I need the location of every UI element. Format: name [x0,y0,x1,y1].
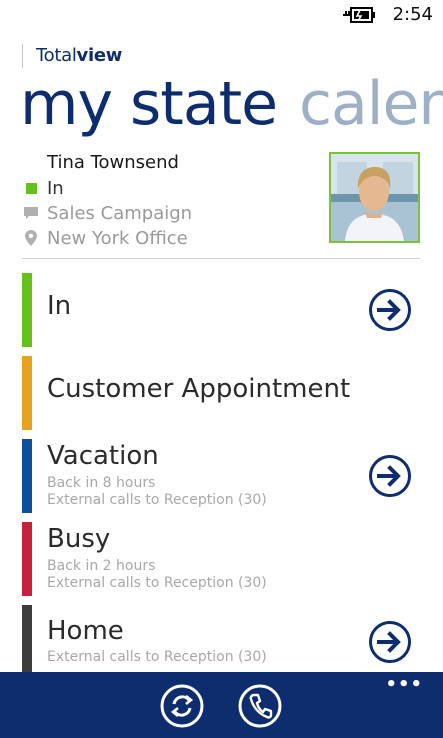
pivot-header: my state calend [20,68,443,140]
state-color-bar [22,273,32,347]
pivot-item-calendar[interactable]: calend [299,69,443,139]
state-item-in[interactable]: In [22,273,422,347]
state-color-bar [22,439,32,513]
profile-location-row: New York Office [24,226,188,250]
app-bar: ••• [0,672,443,738]
state-item-vacation[interactable]: Vacation Back in 8 hours External calls … [22,439,422,513]
state-color-bar [22,356,32,430]
refresh-icon[interactable] [160,684,204,728]
profile-state: In [47,177,64,199]
state-title: Customer Appointment [47,374,351,404]
state-return-time: Back in 8 hours [47,475,156,491]
logo-text-bold: view [76,45,123,66]
state-call-forward: External calls to Reception (30) [47,649,267,665]
location-pin-icon [24,230,38,246]
avatar[interactable] [329,152,420,243]
logo-divider [22,44,23,68]
status-clock: 2:54 [392,4,433,25]
message-icon [24,206,38,220]
state-call-forward: External calls to Reception (30) [47,492,267,508]
profile-campaign-row: Sales Campaign [24,201,192,225]
profile-divider [22,258,420,259]
app-logo: Totalview [36,45,122,66]
avatar-photo [331,154,418,241]
profile-campaign: Sales Campaign [47,202,193,224]
battery-charging-icon [343,7,375,23]
logo-text-regular: Total [36,45,77,66]
state-color-bar [22,605,32,679]
state-title: Vacation [47,441,159,471]
profile-name: Tina Townsend [47,152,179,173]
state-color-bar [22,522,32,596]
state-title: Home [47,616,124,646]
arrow-right-circle-icon[interactable] [368,454,412,498]
state-item-customer-appointment[interactable]: Customer Appointment [22,356,422,430]
state-call-forward: External calls to Reception (30) [47,575,267,591]
profile-state-row: In [24,176,64,200]
state-return-time: Back in 2 hours [47,558,156,574]
pivot-item-my-state[interactable]: my state [20,69,278,139]
state-title: Busy [47,524,111,554]
more-options-button[interactable]: ••• [385,674,423,695]
arrow-right-circle-icon[interactable] [368,620,412,664]
state-item-home[interactable]: Home External calls to Reception (30) [22,605,422,679]
phone-icon[interactable] [238,684,282,728]
arrow-right-circle-icon[interactable] [368,288,412,332]
state-title: In [47,291,72,321]
state-item-busy[interactable]: Busy Back in 2 hours External calls to R… [22,522,422,596]
phone-screen: 2:54 Totalview my state calend Tina Towns… [0,0,443,738]
profile-location: New York Office [47,227,188,249]
state-indicator-icon [24,181,38,195]
status-bar: 2:54 [0,0,443,30]
